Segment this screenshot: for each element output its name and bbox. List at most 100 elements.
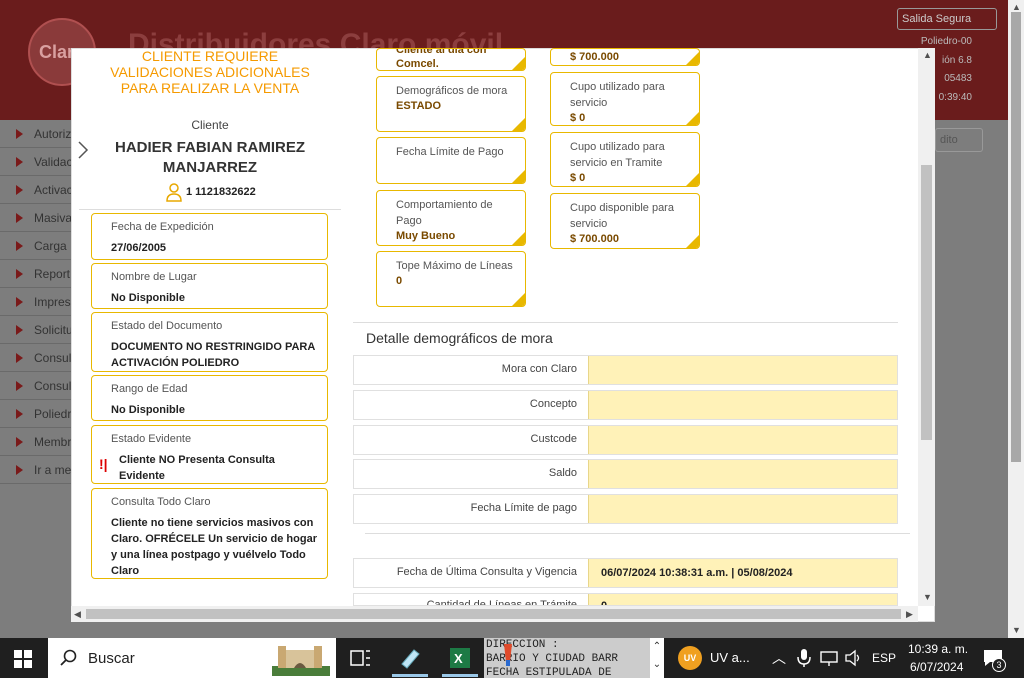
row-value: 0	[588, 594, 897, 605]
card-comportamiento-pago: Comportamiento de Pago Muy Bueno	[376, 190, 526, 246]
search-icon	[60, 649, 77, 666]
menu-item[interactable]: Autoriz	[0, 120, 72, 148]
search-placeholder: Buscar	[88, 650, 135, 667]
card-label: Consulta Todo Claro	[111, 496, 211, 508]
card-label: Cupo utilizado para servicio en Tramite	[570, 141, 665, 169]
scroll-apps-toggle[interactable]: ⌃ ⌄	[650, 638, 664, 678]
chevron-up-icon[interactable]: ︿	[772, 648, 786, 668]
mora-row: Fecha Límite de pago	[353, 494, 898, 524]
page-scroll-down-icon[interactable]: ▼	[1012, 625, 1021, 635]
pen-app-icon[interactable]	[496, 642, 520, 666]
card-value: $ 0	[570, 112, 586, 124]
page-scrollbar-thumb[interactable]	[1011, 12, 1021, 462]
microphone-icon[interactable]	[796, 648, 812, 668]
validation-warning: CLIENTE REQUIERE VALIDACIONES ADICIONALE…	[110, 48, 310, 96]
scroll-up-icon[interactable]: ▲	[923, 50, 932, 60]
cliente-id: 1 1121832622	[166, 182, 256, 202]
card-value: No Disponible	[111, 292, 185, 304]
notepad-app-icon[interactable]	[398, 646, 422, 670]
modal-horizontal-scrollbar-thumb[interactable]	[86, 609, 901, 619]
row-value	[588, 426, 897, 454]
menu-item[interactable]: Ir a me	[0, 456, 72, 484]
cliente-label: Cliente	[191, 118, 229, 132]
card-corner	[686, 173, 699, 186]
clock-time[interactable]: 10:39 a. m.	[908, 642, 968, 656]
windows-start-icon[interactable]	[14, 650, 32, 668]
menu-item[interactable]: Masiva	[0, 204, 72, 232]
card-estado-documento: Estado del Documento DOCUMENTO NO RESTRI…	[91, 312, 328, 372]
task-view-icon[interactable]	[348, 646, 372, 670]
card-value: $ 0	[570, 172, 586, 184]
taskbar-search-input[interactable]: Buscar	[48, 638, 336, 678]
modal-vertical-scrollbar-thumb[interactable]	[921, 165, 932, 440]
card-consulta-todo-claro: Consulta Todo Claro Cliente no tiene ser…	[91, 488, 328, 579]
menu-item[interactable]: Poliedr	[0, 400, 72, 428]
excel-app-icon[interactable]: X	[448, 646, 472, 670]
language-indicator[interactable]: ESP	[872, 651, 896, 665]
card-label: Comportamiento de Pago	[396, 199, 493, 227]
card-cupo-utilizado-tramite: Cupo utilizado para servicio en Tramite …	[550, 132, 700, 187]
page-scroll-up-icon[interactable]: ▲	[1012, 2, 1021, 12]
card-demograficos-mora: Demográficos de mora ESTADO	[376, 76, 526, 132]
user-icon	[166, 183, 182, 202]
mora-row: Concepto	[353, 390, 898, 420]
card-value: Cliente NO Presenta Consulta Evidente	[119, 454, 275, 482]
mora-row: Custcode	[353, 425, 898, 455]
header-info-3: 05483	[944, 73, 972, 84]
card-label: Cupo utilizado para servicio	[570, 81, 665, 109]
card-value: ESTADO	[396, 100, 442, 112]
card-rango-edad: Rango de Edad No Disponible	[91, 375, 328, 421]
alert-icon: !|	[99, 456, 108, 472]
card-corner	[686, 235, 699, 248]
header-info-1: Poliedro-00	[920, 36, 972, 47]
volume-icon[interactable]	[844, 648, 862, 668]
background-search-button[interactable]: dito	[935, 128, 983, 152]
row-value	[588, 495, 897, 523]
row-label: Concepto	[529, 398, 577, 410]
menu-item[interactable]: Activac	[0, 176, 73, 204]
card-estado-evidente: !| Estado Evidente Cliente NO Presenta C…	[91, 425, 328, 484]
menu-item[interactable]: Validac	[0, 148, 72, 176]
card-label: Estado del Documento	[111, 320, 223, 332]
chevron-left-icon[interactable]	[76, 140, 90, 160]
active-app-indicator	[442, 674, 478, 677]
row-label: Fecha Límite de pago	[470, 502, 577, 514]
mora-row: Saldo	[353, 459, 898, 489]
menu-item[interactable]: Report	[0, 260, 72, 288]
menu-item[interactable]: Membr	[0, 428, 72, 456]
card-corner	[512, 57, 525, 70]
uv-app-label[interactable]: UV a...	[710, 650, 750, 665]
scroll-down-icon[interactable]: ▼	[923, 592, 932, 602]
menu-item[interactable]: Consul	[0, 344, 72, 372]
card-tope-maximo-lineas: Tope Máximo de Líneas 0	[376, 251, 526, 307]
row-value	[588, 391, 897, 419]
row-label: Saldo	[548, 467, 577, 479]
scroll-right-icon[interactable]: ▶	[906, 609, 913, 620]
active-app-indicator	[392, 674, 428, 677]
menu-item[interactable]: Carga	[0, 232, 72, 260]
consulta-row: Fecha de Última Consulta y Vigencia 06/0…	[353, 558, 898, 588]
card-label: Nombre de Lugar	[111, 271, 197, 283]
menu-item[interactable]: Consul	[0, 372, 72, 400]
salida-segura-button[interactable]: Salida Segura	[897, 8, 997, 30]
uv-app-icon[interactable]: UV	[678, 646, 702, 670]
clock-date[interactable]: 6/07/2024	[910, 660, 963, 674]
card-label: Fecha Límite de Pago	[396, 146, 504, 158]
cliente-id-text: 1 1121832622	[186, 186, 256, 198]
header-info-4: 0:39:40	[938, 92, 972, 103]
card-label: Rango de Edad	[111, 383, 188, 395]
castle-illustration-icon	[272, 646, 330, 676]
scroll-left-icon[interactable]: ◀	[74, 609, 81, 620]
row-value	[588, 356, 897, 384]
card-corner	[512, 118, 525, 131]
card-cupo-total: $ 700.000	[550, 48, 700, 66]
card-label: Cupo disponible para servicio	[570, 202, 674, 230]
menu-item[interactable]: Solicitu	[0, 316, 73, 344]
consulta-row: Cantidad de Líneas en Trámite 0	[353, 593, 898, 606]
menu-item[interactable]: Impresi	[0, 288, 73, 316]
card-value: $ 700.000	[570, 233, 619, 245]
row-label: Fecha de Última Consulta y Vigencia	[396, 566, 577, 578]
network-icon[interactable]	[820, 648, 838, 668]
cliente-name: HADIER FABIAN RAMIREZ MANJARREZ	[115, 139, 305, 176]
card-corner	[512, 170, 525, 183]
